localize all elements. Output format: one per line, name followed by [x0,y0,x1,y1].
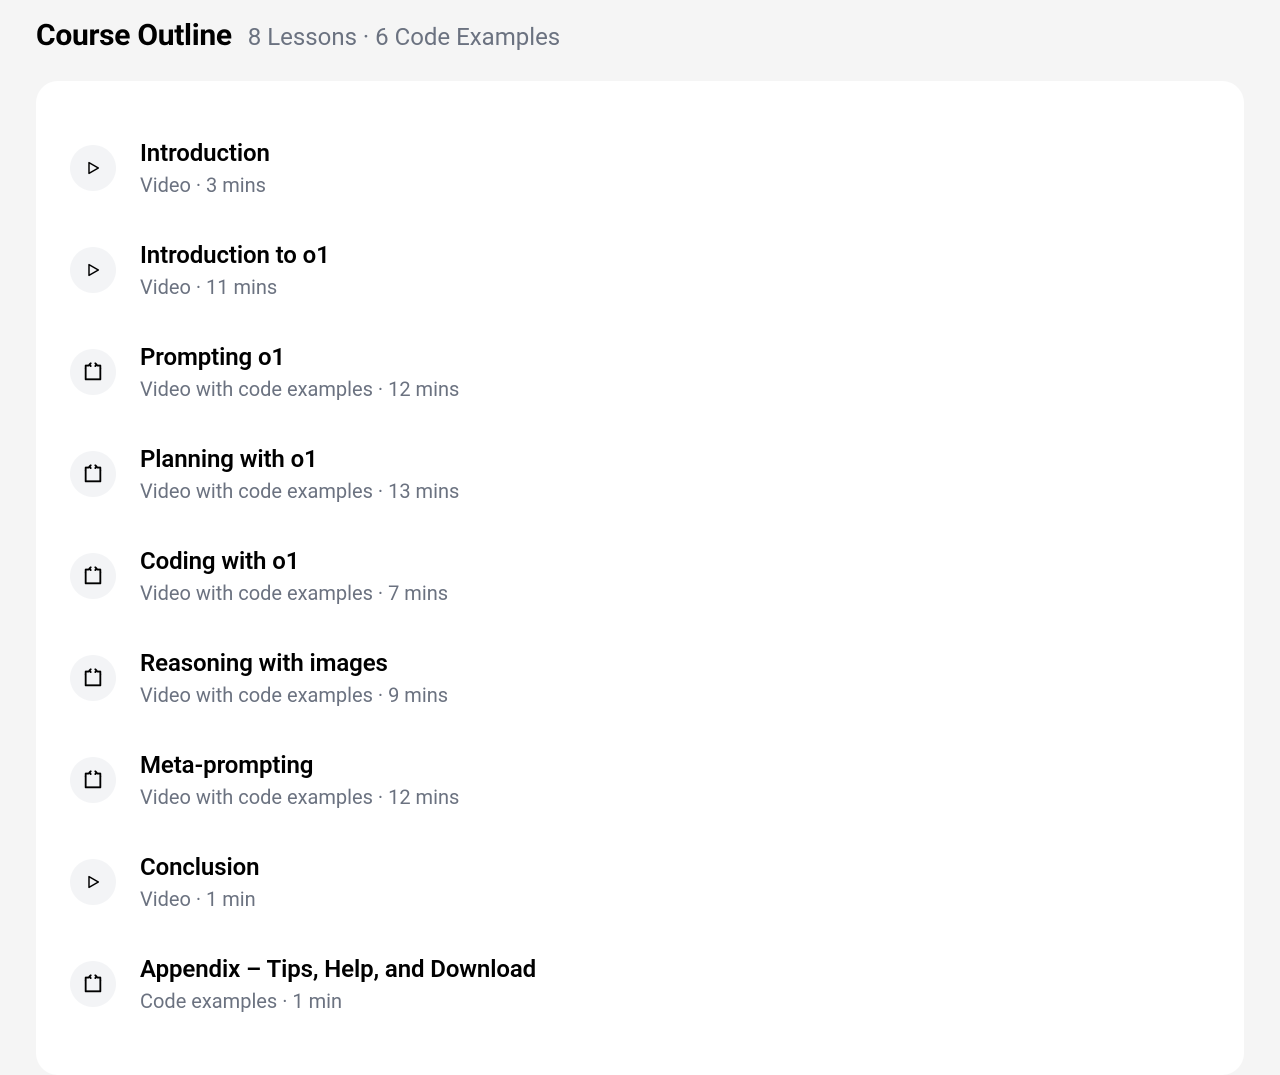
code-icon [70,451,116,497]
code-icon [70,655,116,701]
lesson-title: Prompting o1 [140,343,459,371]
lesson-text: Reasoning with images Video with code exa… [140,649,448,707]
lesson-item[interactable]: Introduction Video · 3 mins [62,117,1218,219]
lesson-meta: Code examples · 1 min [140,989,536,1013]
lesson-meta: Video · 11 mins [140,275,330,299]
code-icon [70,961,116,1007]
lesson-item[interactable]: Prompting o1 Video with code examples · 1… [62,321,1218,423]
lesson-text: Introduction Video · 3 mins [140,139,270,197]
lesson-text: Planning with o1 Video with code examples… [140,445,459,503]
lesson-item[interactable]: Conclusion Video · 1 min [62,831,1218,933]
lesson-title: Introduction to o1 [140,241,330,269]
lesson-meta: Video with code examples · 13 mins [140,479,459,503]
lesson-meta: Video with code examples · 7 mins [140,581,448,605]
code-icon [70,757,116,803]
play-icon [70,859,116,905]
lesson-text: Introduction to o1 Video · 11 mins [140,241,330,299]
page-subtitle: 8 Lessons · 6 Code Examples [248,23,560,51]
lesson-text: Conclusion Video · 1 min [140,853,259,911]
lesson-item[interactable]: Introduction to o1 Video · 11 mins [62,219,1218,321]
lesson-item[interactable]: Planning with o1 Video with code examples… [62,423,1218,525]
code-icon [70,553,116,599]
lesson-text: Appendix – Tips, Help, and Download Code … [140,955,536,1013]
lesson-meta: Video with code examples · 9 mins [140,683,448,707]
lesson-item[interactable]: Meta-prompting Video with code examples ·… [62,729,1218,831]
lesson-item[interactable]: Reasoning with images Video with code exa… [62,627,1218,729]
lesson-title: Reasoning with images [140,649,448,677]
lesson-text: Meta-prompting Video with code examples ·… [140,751,459,809]
play-icon [70,145,116,191]
code-icon [70,349,116,395]
lesson-title: Planning with o1 [140,445,459,473]
lessons-card: Introduction Video · 3 mins Introduction … [36,81,1244,1075]
lesson-meta: Video with code examples · 12 mins [140,377,459,401]
course-outline-header: Course Outline 8 Lessons · 6 Code Exampl… [0,0,1280,81]
lesson-meta: Video · 3 mins [140,173,270,197]
lesson-title: Conclusion [140,853,259,881]
page-title: Course Outline [36,18,232,53]
lesson-title: Appendix – Tips, Help, and Download [140,955,536,983]
lesson-item[interactable]: Appendix – Tips, Help, and Download Code … [62,933,1218,1035]
lesson-meta: Video with code examples · 12 mins [140,785,459,809]
lesson-item[interactable]: Coding with o1 Video with code examples ·… [62,525,1218,627]
lesson-text: Coding with o1 Video with code examples ·… [140,547,448,605]
play-icon [70,247,116,293]
lesson-title: Coding with o1 [140,547,448,575]
lesson-title: Introduction [140,139,270,167]
lesson-title: Meta-prompting [140,751,459,779]
lesson-meta: Video · 1 min [140,887,259,911]
lesson-text: Prompting o1 Video with code examples · 1… [140,343,459,401]
